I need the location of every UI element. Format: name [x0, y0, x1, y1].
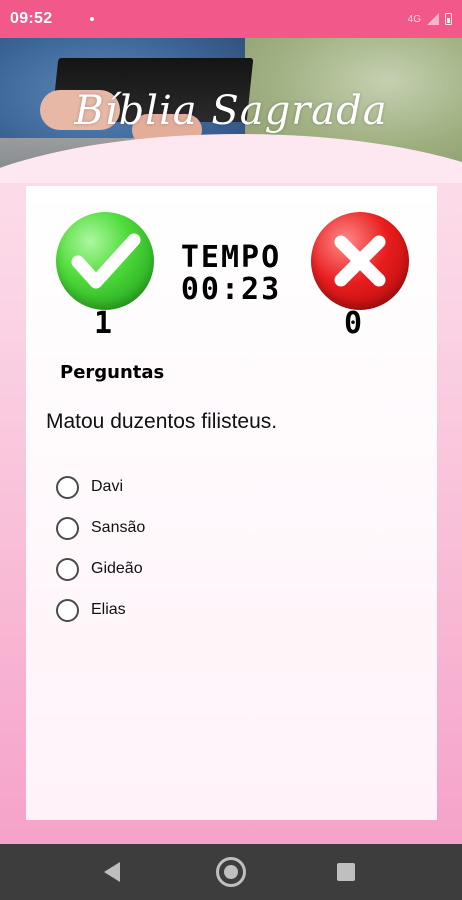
status-time: 09:52	[10, 10, 53, 27]
timer-value: 00:23	[180, 272, 282, 307]
option-sansao[interactable]: Sansão	[56, 516, 146, 540]
wrong-count: 0	[344, 306, 363, 341]
network-type: 4G	[407, 13, 421, 25]
navigation-bar	[0, 844, 462, 900]
status-bar: 09:52 4G	[0, 0, 462, 38]
option-elias[interactable]: Elias	[56, 598, 145, 622]
status-icons: 4G	[408, 13, 452, 25]
check-icon	[56, 212, 154, 310]
radio-button[interactable]	[56, 557, 79, 581]
radio-button[interactable]	[56, 516, 79, 540]
app-title: Bíblia Sagrada	[74, 88, 388, 134]
option-label: Davi	[91, 478, 124, 495]
correct-count: 1	[94, 306, 113, 341]
option-label: Elias	[91, 601, 126, 618]
notification-dot-icon	[90, 17, 95, 21]
signal-icon	[427, 13, 439, 25]
header-banner: Bíblia Sagrada	[0, 38, 462, 183]
recents-square-icon[interactable]	[337, 863, 355, 881]
option-label: Sansão	[91, 519, 146, 536]
home-circle-icon[interactable]	[216, 857, 246, 887]
answer-options: Davi Sansão Gideão Elias	[56, 475, 146, 640]
option-label: Gideão	[91, 560, 143, 577]
question-text: Matou duzentos filisteus.	[46, 410, 278, 433]
radio-button[interactable]	[56, 598, 79, 622]
back-triangle-icon[interactable]	[104, 862, 120, 882]
section-label: Perguntas	[60, 362, 165, 383]
quiz-card: 1 TEMPO 00:23 0 Perguntas Matou duzentos…	[26, 186, 437, 820]
option-gideao[interactable]: Gideão	[56, 557, 145, 581]
option-davi[interactable]: Davi	[56, 475, 145, 499]
x-icon	[311, 212, 409, 310]
timer-label: TEMPO	[180, 240, 282, 275]
radio-button[interactable]	[56, 475, 79, 499]
battery-icon	[445, 13, 452, 25]
